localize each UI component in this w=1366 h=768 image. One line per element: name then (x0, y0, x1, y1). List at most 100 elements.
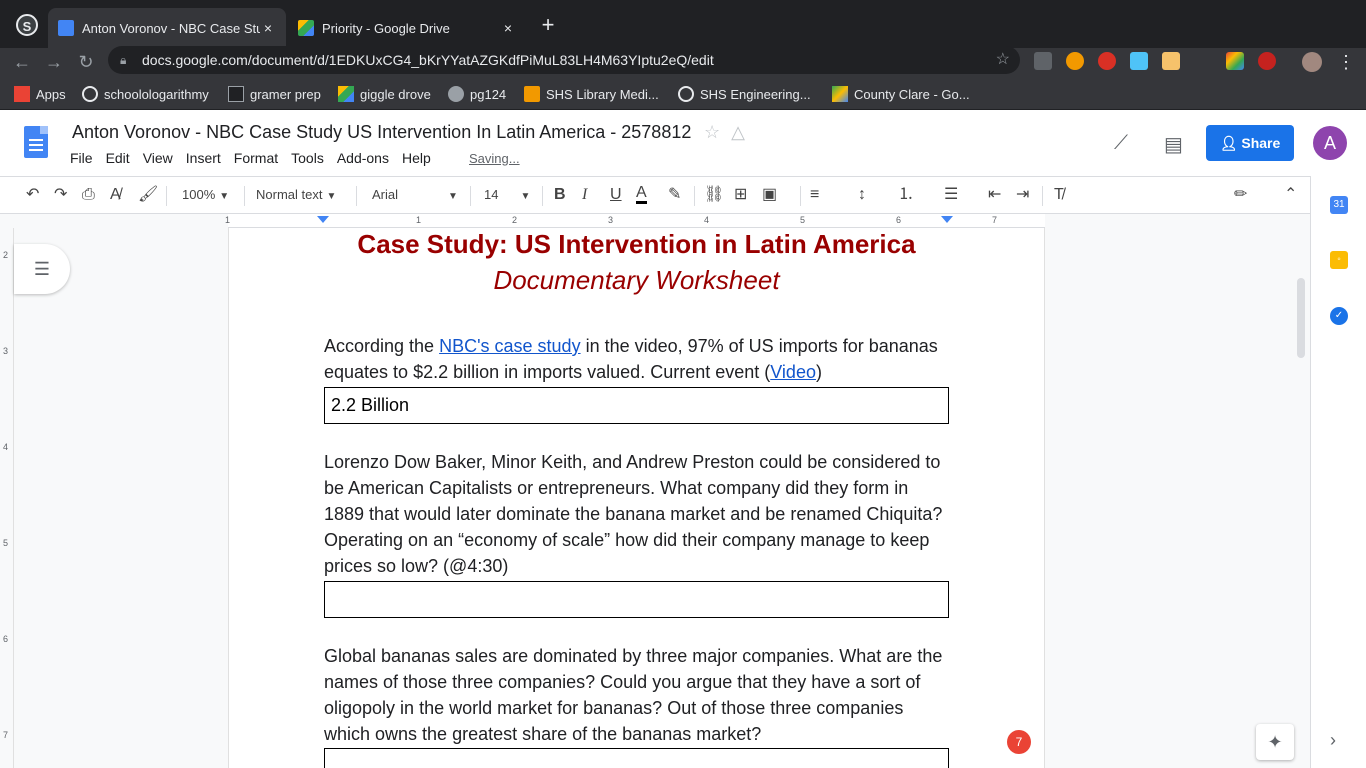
menu-view[interactable]: View (143, 150, 173, 166)
bookmark-shs-engineering[interactable]: SHS Engineering... (678, 86, 811, 102)
clear-formatting-icon[interactable]: T̸ (1054, 185, 1064, 205)
tab-close-icon[interactable]: × (260, 20, 276, 36)
ruler-tick-label: 3 (608, 215, 614, 225)
menu-format[interactable]: Format (234, 150, 278, 166)
menu-insert[interactable]: Insert (186, 150, 221, 166)
extension-color-icon[interactable] (1226, 52, 1244, 70)
menu-bar: File Edit View Insert Format Tools Add-o… (70, 150, 444, 166)
answer-box-3[interactable] (324, 748, 949, 768)
back-icon[interactable]: ← (10, 50, 34, 74)
notification-badge[interactable]: 7 (1007, 730, 1031, 754)
document-heading: Case Study: US Intervention in Latin Ame… (357, 229, 916, 259)
decrease-indent-icon[interactable]: ⇤ (988, 185, 1001, 205)
address-bar[interactable]: 🔒︎ docs.google.com/document/d/1EDKUxCG4_… (108, 46, 1020, 74)
increase-indent-icon[interactable]: ⇥ (1016, 185, 1029, 205)
bookmark-county-clare[interactable]: County Clare - Go... (832, 86, 970, 102)
document-outline-button[interactable]: ☰ (14, 244, 70, 294)
style-select[interactable]: Normal text ▼ (256, 187, 336, 202)
schoology-icon (82, 86, 98, 102)
account-avatar[interactable]: A (1313, 126, 1347, 160)
bookmark-shs-library[interactable]: SHS Library Medi... (524, 86, 659, 102)
new-tab-button[interactable]: + (536, 12, 560, 38)
comments-icon[interactable]: ▤ (1164, 132, 1183, 157)
menu-add-ons[interactable]: Add-ons (337, 150, 389, 166)
print-icon[interactable]: ⎙ (82, 185, 95, 205)
extension-bird-icon[interactable] (1130, 52, 1148, 70)
bookmark-pg124[interactable]: pg124 (448, 86, 506, 102)
share-button[interactable]: 👤︎ Share (1206, 125, 1294, 161)
collapse-toolbar-icon[interactable]: ⌃ (1284, 185, 1297, 205)
right-indent-marker[interactable] (941, 216, 953, 223)
star-icon[interactable]: ☆ (704, 122, 720, 142)
undo-icon[interactable]: ↶ (26, 185, 39, 205)
extension-crx-icon[interactable] (1034, 52, 1052, 70)
line-spacing-icon[interactable]: ↕ (858, 185, 866, 205)
reload-icon[interactable]: ↻ (74, 50, 98, 74)
tasks-icon[interactable]: ✓ (1330, 307, 1348, 325)
editing-mode-icon[interactable]: ✏︎ (1234, 185, 1247, 205)
bookmark-gramer-prep[interactable]: gramer prep (228, 86, 321, 102)
docs-logo-icon[interactable] (24, 126, 48, 158)
profile-s-icon[interactable]: S (16, 14, 38, 36)
menu-file[interactable]: File (70, 150, 93, 166)
italic-icon[interactable]: I (582, 185, 587, 205)
explore-icon: ✦ (1267, 732, 1283, 752)
bookmark-label: gramer prep (250, 86, 321, 102)
bold-icon[interactable]: B (554, 185, 566, 205)
keep-icon[interactable]: ◦ (1330, 251, 1348, 269)
bulleted-list-icon[interactable]: ☰ (944, 185, 958, 205)
bookmark-apps[interactable]: Apps (14, 86, 66, 102)
font-size-select[interactable]: 14 ▼ (484, 187, 530, 202)
insert-image-icon[interactable]: ▣ (762, 185, 777, 205)
activity-trend-icon[interactable]: ⟋ (1114, 132, 1128, 155)
extension-owl-icon[interactable] (1066, 52, 1084, 70)
menu-edit[interactable]: Edit (106, 150, 130, 166)
left-indent-marker[interactable] (317, 216, 329, 223)
align-icon[interactable]: ≡ (810, 185, 819, 205)
tab-active-doc[interactable]: Anton Voronov - NBC Case Stu × (48, 8, 286, 48)
ruler-tick-label: 5 (800, 215, 806, 225)
profile-avatar-icon[interactable] (1302, 52, 1322, 72)
zoom-select[interactable]: 100% ▼ (182, 187, 229, 202)
paint-format-icon[interactable]: 🖌︎ (138, 185, 158, 205)
q1-text: According the (324, 336, 440, 356)
document-title[interactable]: Anton Voronov - NBC Case Study US Interv… (72, 122, 691, 143)
nbc-case-study-link[interactable]: NBC's case study (439, 336, 581, 356)
q1-text: ) (815, 362, 822, 382)
menu-help[interactable]: Help (402, 150, 431, 166)
add-comment-icon[interactable]: ⊞ (734, 185, 747, 205)
explore-button[interactable]: ✦ (1256, 724, 1294, 760)
move-to-drive-icon[interactable]: △ (731, 122, 745, 142)
bookmark-star-icon[interactable]: ☆ (996, 46, 1010, 74)
link-icon[interactable]: ⛓︎ (704, 185, 724, 205)
answer-box-2[interactable] (324, 581, 949, 618)
highlight-icon[interactable]: ✎ (668, 185, 681, 205)
question-2: Lorenzo Dow Baker, Minor Keith, and Andr… (324, 452, 943, 576)
tab-drive[interactable]: Priority - Google Drive × (288, 8, 526, 48)
vertical-scrollbar[interactable] (1297, 278, 1305, 358)
font-select[interactable]: Arial ▼ (372, 187, 460, 202)
extension-abp-icon[interactable] (1098, 52, 1116, 70)
menu-tools[interactable]: Tools (291, 150, 324, 166)
underline-icon[interactable]: U (610, 185, 622, 205)
chrome-menu-icon[interactable]: ⋮ (1334, 50, 1358, 74)
bookmark-giggle-drove[interactable]: giggle drove (338, 86, 431, 102)
spellcheck-icon[interactable]: A̸ (110, 185, 121, 205)
calendar-icon[interactable]: 31 (1330, 196, 1348, 214)
extension-red-icon[interactable] (1258, 52, 1276, 70)
docs-header: Anton Voronov - NBC Case Study US Interv… (0, 110, 1366, 176)
extension-box-icon[interactable] (1162, 52, 1180, 70)
outline-list-icon: ☰ (33, 259, 51, 279)
answer-box-1[interactable]: 2.2 Billion (324, 387, 949, 424)
share-person-icon: 👤︎ (1219, 135, 1242, 151)
text-color-icon[interactable]: A (636, 185, 647, 204)
redo-icon[interactable]: ↷ (54, 185, 67, 205)
numbered-list-icon[interactable]: ⒈ (898, 185, 914, 205)
bookmark-schoology[interactable]: schoolologarithmy (82, 86, 209, 102)
save-status[interactable]: Saving... (469, 151, 520, 166)
tab-close-icon[interactable]: × (500, 20, 516, 36)
video-link[interactable]: Video (770, 362, 816, 382)
question-1: According the NBC's case study in the vi… (324, 333, 952, 385)
forward-icon[interactable]: → (42, 50, 66, 74)
expand-side-panel-icon[interactable]: › (1330, 730, 1336, 751)
